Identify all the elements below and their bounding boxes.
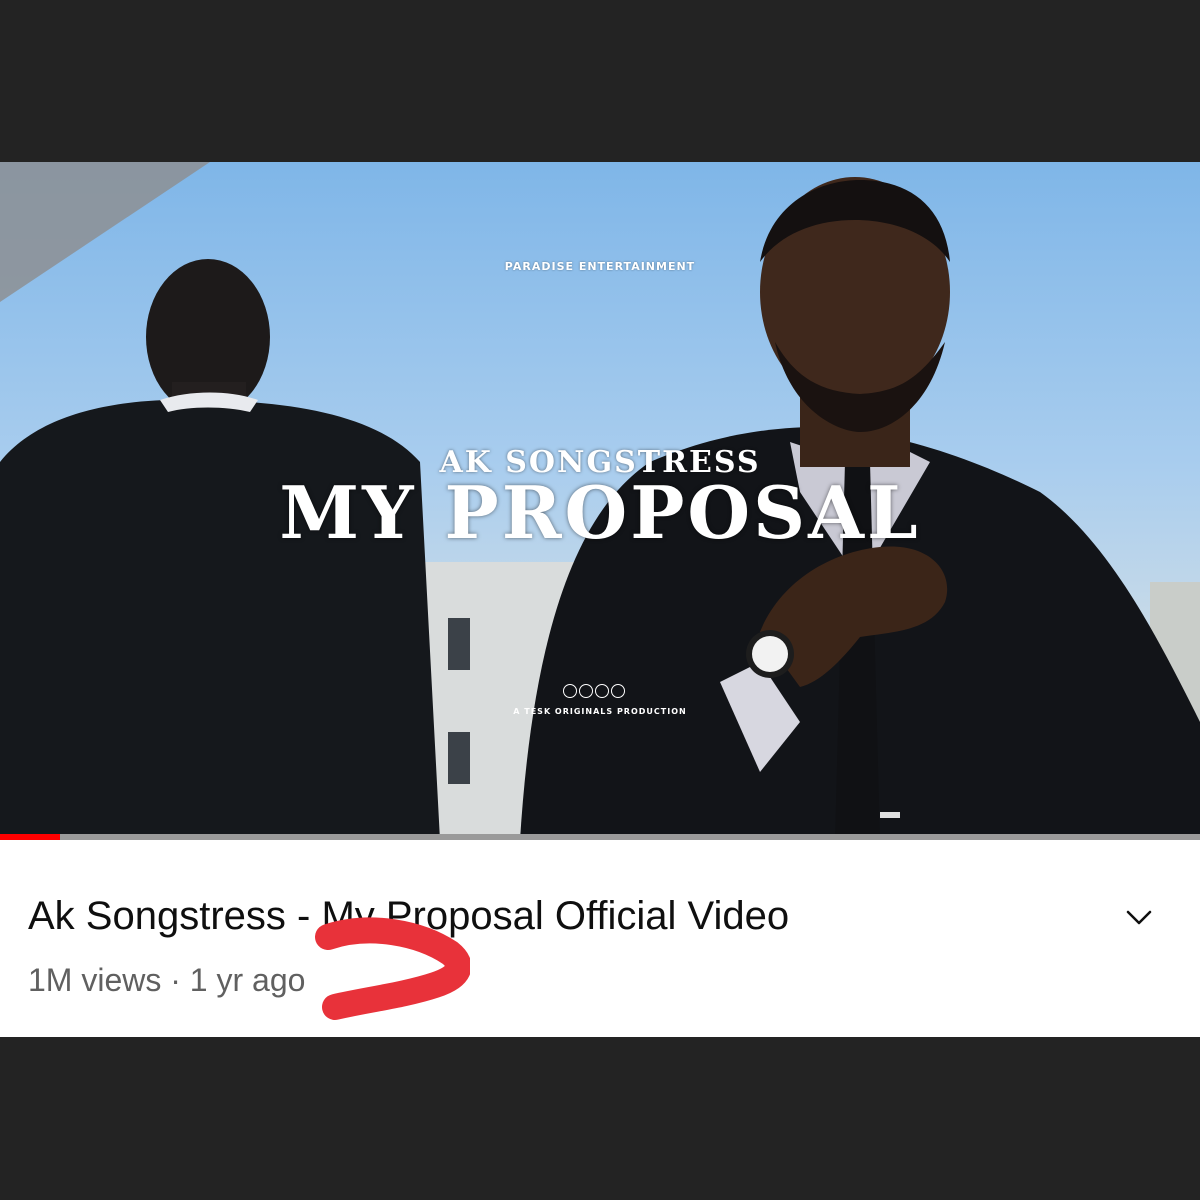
- social-icons: [563, 684, 625, 700]
- red-marker-scribble-icon: [315, 917, 470, 1020]
- social-icon: [579, 684, 593, 698]
- upload-age: 1 yr ago: [189, 962, 306, 998]
- social-icon: [595, 684, 609, 698]
- production-overlay-text: A TESK ORIGINALS PRODUCTION: [513, 707, 687, 716]
- brand-overlay-text: PARADISE ENTERTAINMENT: [504, 260, 696, 273]
- social-icon: [563, 684, 577, 698]
- song-title-overlay-text: MY PROPOSAL: [279, 470, 921, 555]
- video-meta: 1M views · 1 yr ago: [28, 962, 305, 999]
- video-player[interactable]: PARADISE ENTERTAINMENT AK SONGSTRESS MY …: [0, 162, 1200, 840]
- video-info-panel: Ak Songstress - My Proposal Official Vid…: [0, 840, 1200, 1037]
- chevron-down-icon[interactable]: [1122, 900, 1156, 934]
- view-count: 1M views: [28, 962, 162, 998]
- screenshot-frame: PARADISE ENTERTAINMENT AK SONGSTRESS MY …: [0, 0, 1200, 1200]
- social-icon: [611, 684, 625, 698]
- meta-separator: ·: [170, 962, 181, 998]
